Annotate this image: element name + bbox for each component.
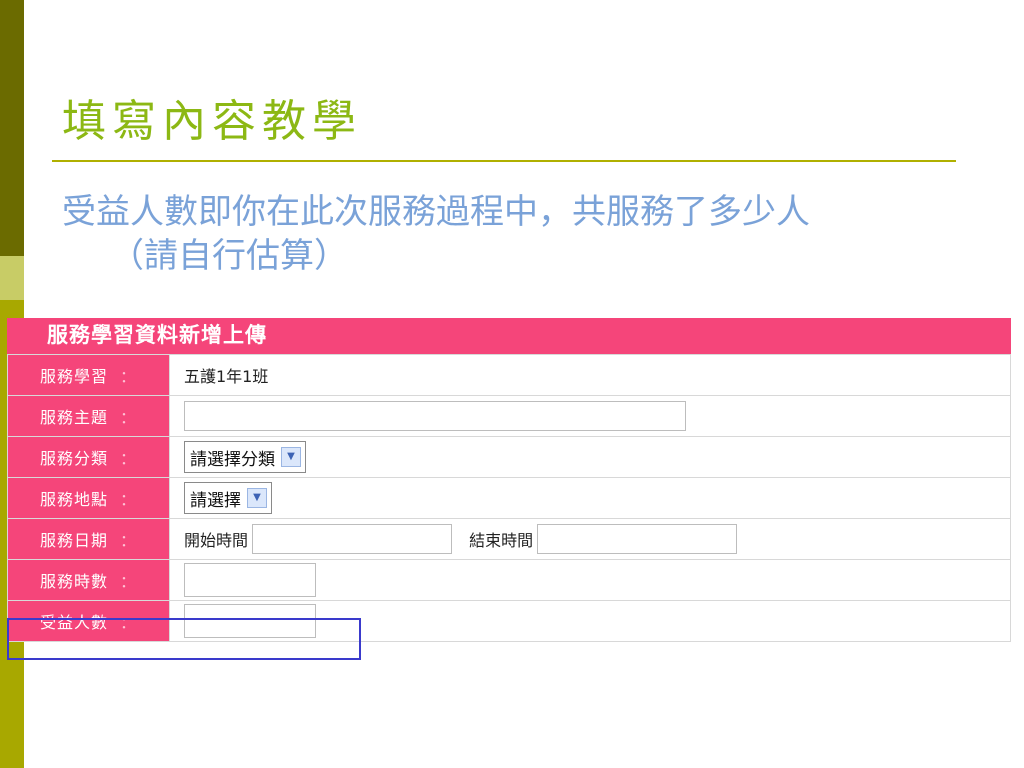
label-colon: ： [120, 449, 138, 468]
start-time-label: 開始時間 [184, 531, 249, 550]
service-hours-input[interactable] [184, 563, 316, 597]
label-colon: ： [120, 408, 138, 427]
label-colon: ： [120, 613, 138, 632]
label-service-category: 服務分類 [40, 449, 109, 468]
label-service-hours: 服務時數 [40, 572, 109, 591]
service-form: 服務學習資料新增上傳 服務學習 ： 五護1年1班 服務主題 ： 服務分類 ： 請選擇分… [7, 318, 1011, 663]
service-category-select[interactable]: 請選擇分類 ▼ [184, 441, 306, 473]
label-service-learning: 服務學習 [40, 367, 109, 386]
form-row-location: 服務地點 ： 請選擇 ▼ [7, 477, 1011, 519]
form-row-topic: 服務主題 ： [7, 395, 1011, 437]
label-colon: ： [120, 531, 138, 550]
description-line-2: （請自行估算） [110, 236, 348, 276]
description-line-1: 受益人數即你在此次服務過程中，共服務了多少人 [62, 192, 810, 232]
slide-description: 受益人數即你在此次服務過程中，共服務了多少人 （請自行估算） [62, 190, 962, 278]
title-divider [52, 160, 956, 162]
label-colon: ： [120, 367, 138, 386]
label-service-date: 服務日期 [40, 531, 109, 550]
form-row-beneficiaries: 受益人數 ： [7, 600, 1011, 642]
label-service-topic: 服務主題 [40, 408, 109, 427]
label-beneficiaries: 受益人數 [40, 613, 109, 632]
form-row-date: 服務日期 ： 開始時間 結束時間 [7, 518, 1011, 560]
beneficiaries-input[interactable] [184, 604, 316, 638]
label-colon: ： [120, 490, 138, 509]
start-time-input[interactable] [252, 524, 453, 554]
category-selected-text: 請選擇分類 [190, 449, 275, 470]
end-time-label: 結束時間 [469, 531, 534, 550]
chevron-down-icon[interactable]: ▼ [281, 447, 301, 467]
slide-sidebar-dark [0, 0, 24, 256]
service-topic-input[interactable] [184, 401, 686, 431]
slide-title: 填寫內容教學 [62, 96, 362, 147]
form-row-category: 服務分類 ： 請選擇分類 ▼ [7, 436, 1011, 478]
form-row-learning: 服務學習 ： 五護1年1班 [7, 354, 1011, 396]
label-colon: ： [120, 572, 138, 591]
service-learning-value: 五護1年1班 [184, 367, 269, 386]
location-selected-text: 請選擇 [190, 490, 241, 511]
label-service-location: 服務地點 [40, 490, 109, 509]
form-row-hours: 服務時數 ： [7, 559, 1011, 601]
form-table: 服務學習 ： 五護1年1班 服務主題 ： 服務分類 ： 請選擇分類 ▼ 服務地點 ： 請選… [7, 354, 1011, 642]
chevron-down-icon[interactable]: ▼ [247, 488, 267, 508]
service-location-select[interactable]: 請選擇 ▼ [184, 482, 272, 514]
end-time-input[interactable] [537, 524, 738, 554]
form-header: 服務學習資料新增上傳 [7, 318, 1011, 354]
